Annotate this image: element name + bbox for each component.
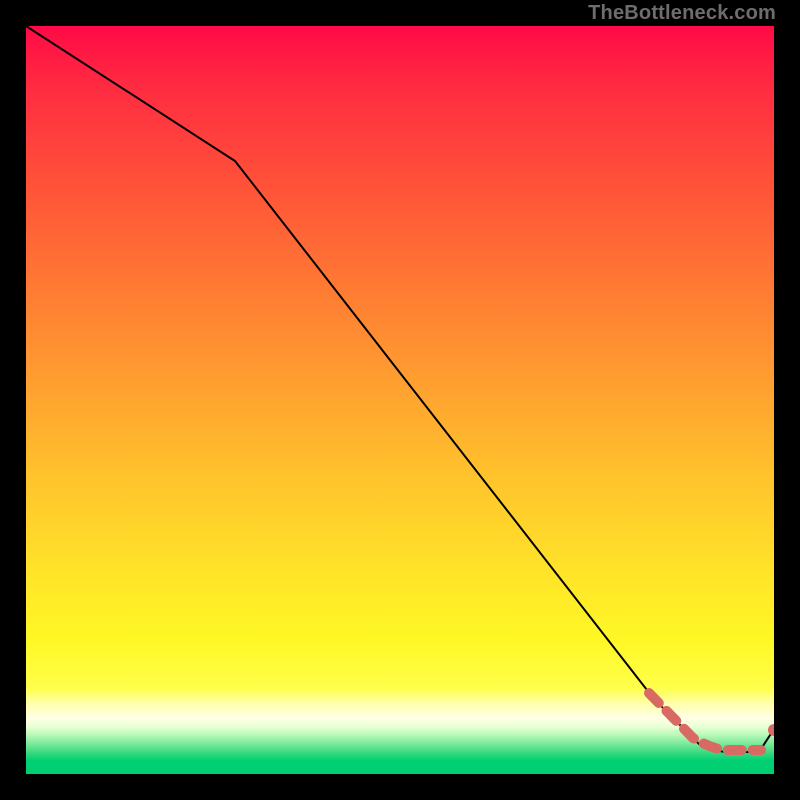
chart-overlay (26, 26, 774, 774)
highlight-dash (649, 693, 761, 750)
plot-area (26, 26, 774, 774)
chart-stage: TheBottleneck.com (0, 0, 800, 800)
watermark-text: TheBottleneck.com (588, 2, 776, 25)
end-marker-dot (768, 724, 774, 736)
highlight-dash-path (649, 693, 761, 750)
bottleneck-curve (26, 26, 774, 752)
